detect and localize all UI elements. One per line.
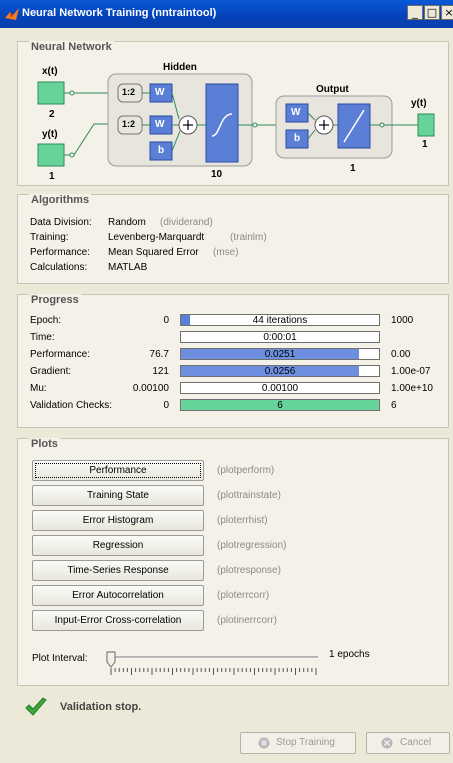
progress-bar: 0:00:01 — [180, 331, 380, 343]
neural-network-panel: Neural Network x(t) 2 y(t) 1 Hidden 10 1… — [17, 41, 449, 186]
plot-error-histogram-button[interactable]: Error Histogram — [32, 510, 204, 531]
plot-interval-value: 1 epochs — [329, 649, 370, 660]
progress-bar-value: 0.0256 — [264, 366, 296, 377]
plot-interval-slider[interactable] — [105, 650, 320, 678]
stop-training-label: Stop Training — [276, 737, 335, 748]
plot-error-histogram-fn: (ploterrhist) — [217, 515, 268, 526]
plot-regression-fn: (plotregression) — [217, 540, 287, 551]
algo-row-fn: (mse) — [213, 247, 239, 258]
hidden-weight-2-label: W — [155, 119, 165, 130]
progress-row-label: Mu: — [30, 383, 47, 394]
input-xt-size: 2 — [49, 109, 55, 120]
maximize-button[interactable]: □ — [424, 5, 440, 20]
hidden-bias-label: b — [158, 145, 165, 156]
plot-training-state-fn: (plottrainstate) — [217, 490, 281, 501]
hidden-layer-size: 10 — [211, 169, 223, 180]
input-yt-block — [37, 143, 75, 167]
progress-bar-value: 6 — [277, 400, 283, 411]
minimize-button[interactable]: _ — [407, 5, 423, 20]
output-yt-size: 1 — [422, 139, 428, 150]
plot-input-error-crosscorr-button[interactable]: Input-Error Cross-correlation — [32, 610, 204, 631]
progress-row-label: Time: — [30, 332, 55, 343]
progress-row-start: 76.7 — [149, 349, 169, 360]
plot-performance-fn: (plotperform) — [217, 465, 275, 476]
progress-row-label: Validation Checks: — [30, 400, 113, 411]
window-title: Neural Network Training (nntraintool) — [22, 7, 217, 19]
stop-training-button[interactable]: Stop Training — [240, 732, 356, 754]
status-text: Validation stop. — [60, 701, 142, 713]
progress-bar: 0.00100 — [180, 382, 380, 394]
network-diagram — [37, 73, 435, 167]
algo-row-fn: (dividerand) — [160, 217, 213, 228]
progress-row-label: Epoch: — [30, 315, 62, 326]
algo-row-label: Training: — [30, 232, 69, 243]
nntraintool-window: Neural Network Training (nntraintool) _ … — [0, 0, 453, 763]
plot-time-series-response-fn: (plotresponse) — [217, 565, 281, 576]
algo-row-label: Data Division: — [30, 217, 92, 228]
input-xt-block — [37, 81, 75, 105]
progress-bar-value: 0.0251 — [264, 349, 296, 360]
progress-bar: 44 iterations — [180, 314, 380, 326]
algo-row-fn: (trainlm) — [230, 232, 267, 243]
algo-row-label: Performance: — [30, 247, 91, 258]
algorithms-section-title: Algorithms — [29, 194, 92, 206]
output-layer-size: 1 — [350, 163, 356, 174]
plot-error-autocorrelation-fn: (ploterrcorr) — [217, 590, 270, 601]
progress-bar: 0.0251 — [180, 348, 380, 360]
close-button[interactable]: × — [441, 5, 453, 20]
plot-regression-button[interactable]: Regression — [32, 535, 204, 556]
algo-row-value: Mean Squared Error — [108, 247, 199, 258]
input-xt-label: x(t) — [42, 66, 58, 77]
output-yt-label: y(t) — [411, 98, 427, 109]
progress-row-end: 1.00e-07 — [391, 366, 431, 377]
plot-training-state-button[interactable]: Training State — [32, 485, 204, 506]
progress-bar-value: 0:00:01 — [263, 332, 297, 343]
progress-row-end: 0.00 — [391, 349, 411, 360]
algorithms-panel: Algorithms Data Division: Random (divide… — [17, 194, 449, 284]
hidden-weight-1-label: W — [155, 87, 165, 98]
algo-row-value: Random — [108, 217, 146, 228]
hidden-layer-title: Hidden — [163, 62, 197, 73]
plot-interval-slider-track — [106, 651, 318, 675]
plot-error-autocorrelation-button[interactable]: Error Autocorrelation — [32, 585, 204, 606]
progress-row-end: 6 — [391, 400, 397, 411]
progress-row-start: 0.00100 — [132, 383, 169, 394]
progress-bar-value: 0.00100 — [261, 383, 299, 394]
matlab-logo-icon — [4, 6, 20, 25]
title-bar[interactable]: Neural Network Training (nntraintool) _ … — [0, 0, 453, 28]
progress-bar: 6 — [180, 399, 380, 411]
cancel-label: Cancel — [400, 737, 432, 748]
output-bias-label: b — [294, 133, 301, 144]
progress-bar-value: 44 iterations — [252, 315, 308, 326]
plot-interval-label: Plot Interval: — [32, 653, 88, 664]
progress-section-title: Progress — [29, 294, 81, 306]
cancel-button[interactable]: Cancel — [366, 732, 450, 754]
plot-performance-button[interactable]: Performance — [32, 460, 204, 481]
progress-row-end: 1.00e+10 — [391, 383, 433, 394]
plots-section-title: Plots — [29, 438, 60, 450]
progress-row-end: 1000 — [391, 315, 414, 326]
input-yt-size: 1 — [49, 171, 55, 182]
algo-row-value: MATLAB — [108, 262, 148, 273]
progress-row-start: 0 — [163, 400, 169, 411]
stop-icon — [258, 737, 270, 752]
hidden-delay-1-label: 1:2 — [122, 87, 136, 97]
progress-row-label: Gradient: — [30, 366, 72, 377]
progress-panel: Progress Epoch: 0 44 iterations 1000 Time: 0:… — [17, 294, 449, 428]
output-layer-title: Output — [316, 84, 349, 95]
hidden-delay-2-label: 1:2 — [122, 119, 136, 129]
output-weight-label: W — [291, 107, 301, 118]
input-yt-label: y(t) — [42, 129, 58, 140]
cancel-icon — [381, 737, 393, 752]
progress-bar: 0.0256 — [180, 365, 380, 377]
checkmark-icon — [24, 697, 48, 720]
plot-input-error-crosscorr-fn: (plotinerrcorr) — [217, 615, 278, 626]
algo-row-value: Levenberg-Marquardt — [108, 232, 205, 243]
progress-row-start: 121 — [152, 366, 169, 377]
algo-row-label: Calculations: — [30, 262, 88, 273]
progress-row-label: Performance: — [30, 349, 91, 360]
plot-time-series-response-button[interactable]: Time-Series Response — [32, 560, 204, 581]
progress-row-start: 0 — [163, 315, 169, 326]
